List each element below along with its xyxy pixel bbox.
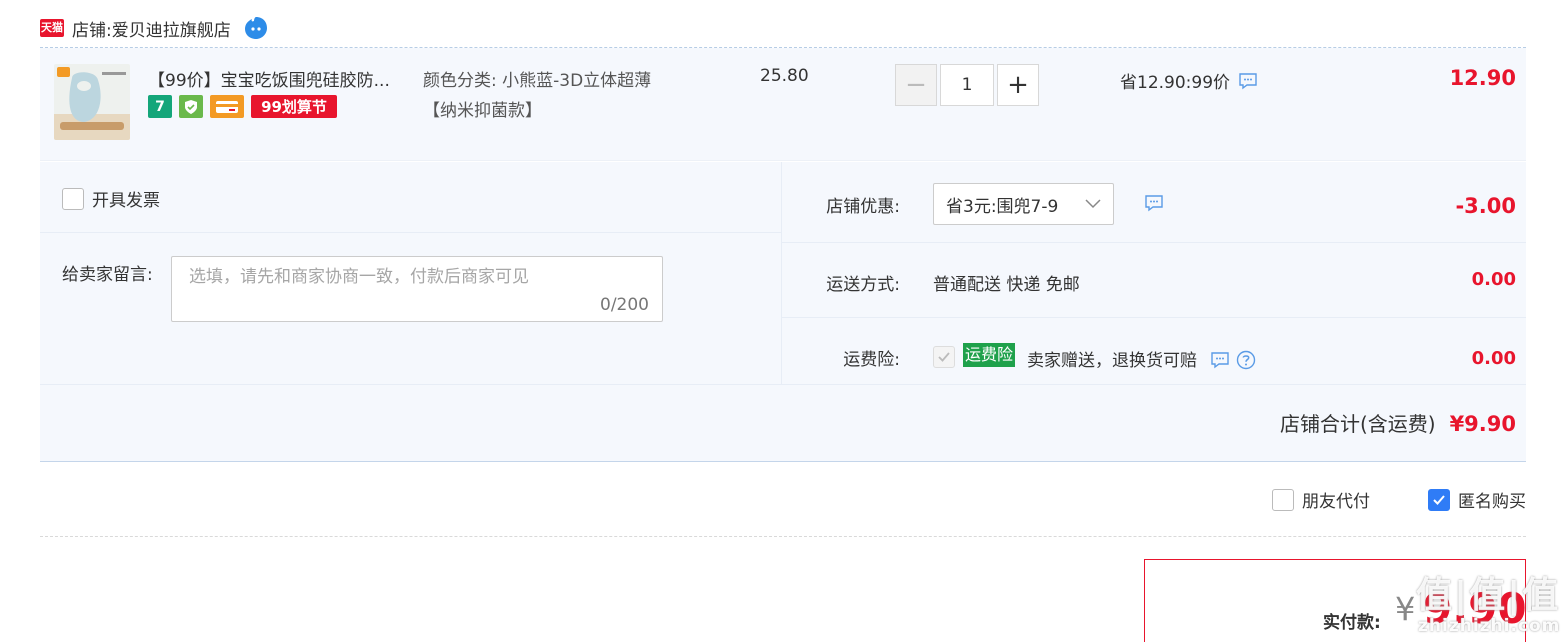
shipping-label: 运送方式: bbox=[826, 275, 900, 295]
product-title-link[interactable]: 【99价】宝宝吃饭围兜硅胶防... bbox=[148, 66, 418, 91]
friend-pay-option[interactable]: 朋友代付 bbox=[1272, 487, 1370, 512]
item-line-total: 12.90 bbox=[1449, 66, 1516, 90]
panel-hline-right-1 bbox=[782, 242, 1526, 243]
message-char-count: 0/200 bbox=[600, 295, 649, 315]
decrease-quantity-button[interactable]: − bbox=[895, 64, 937, 106]
pay-label: 实付款: bbox=[1323, 613, 1381, 633]
insurance-tag: 运费险 bbox=[963, 343, 1016, 367]
site-watermark-url: zhizhizhi.com bbox=[1418, 616, 1561, 636]
shop-prefix: 店铺: bbox=[72, 20, 112, 41]
insurance-checkbox[interactable] bbox=[933, 346, 955, 368]
shop-header: 天猫 店铺: 爱贝迪拉旗舰店 bbox=[40, 10, 269, 46]
invoice-option[interactable]: 开具发票 bbox=[62, 186, 160, 211]
coupon-comment-icon[interactable] bbox=[1144, 194, 1164, 212]
check-icon bbox=[1433, 494, 1445, 505]
anonymous-label: 匿名购买 bbox=[1458, 492, 1526, 512]
shop-total-amount: ¥9.90 bbox=[1449, 412, 1516, 436]
insurance-label: 运费险: bbox=[843, 350, 900, 370]
sku-color-label: 颜色分类: 小熊蓝-3D立体超薄 bbox=[423, 71, 652, 91]
coupon-selected-value: 省3元:围兜7-9 bbox=[946, 196, 1059, 217]
quantity-input[interactable]: 1 bbox=[940, 64, 994, 106]
unit-price: 25.80 bbox=[760, 66, 809, 86]
insurance-description: 卖家赠送，退换货可赔 bbox=[1027, 346, 1256, 371]
help-question-icon[interactable] bbox=[1236, 350, 1256, 370]
divider-bottom bbox=[40, 536, 1526, 537]
product-thumbnail[interactable] bbox=[54, 64, 130, 140]
item-discount-text: 省12.90:99价 bbox=[1120, 73, 1231, 93]
insurance-comment-icon[interactable] bbox=[1210, 351, 1230, 369]
message-box: 0/200 bbox=[171, 256, 663, 322]
tmall-logo-icon: 天猫 bbox=[40, 19, 64, 37]
panel-hline-bottom bbox=[40, 384, 1526, 385]
card-payment-icon bbox=[210, 95, 244, 118]
cart-item-row: 【99价】宝宝吃饭围兜硅胶防... 7 99划算节 颜色分类: 小熊蓝-3D立体… bbox=[40, 48, 1526, 161]
friend-pay-label: 朋友代付 bbox=[1302, 492, 1370, 512]
insurance-amount: 0.00 bbox=[1471, 348, 1516, 369]
product-badges: 7 99划算节 bbox=[148, 95, 337, 118]
invoice-label: 开具发票 bbox=[92, 191, 160, 211]
quantity-stepper: − 1 + bbox=[895, 64, 1039, 106]
shipping-method: 普通配送 快递 免邮 bbox=[933, 275, 1080, 295]
seven-day-return-icon: 7 bbox=[148, 95, 172, 118]
item-discount: 省12.90:99价 bbox=[1120, 68, 1258, 93]
coupon-amount: -3.00 bbox=[1455, 194, 1516, 218]
shield-guarantee-icon bbox=[179, 95, 203, 118]
shop-total: 店铺合计(含运费) ¥9.90 bbox=[1280, 408, 1516, 437]
panel-hline-right-2 bbox=[782, 317, 1526, 318]
coupon-label: 店铺优惠: bbox=[826, 197, 900, 217]
panel-hline-left bbox=[40, 232, 781, 233]
message-label: 给卖家留言: bbox=[62, 265, 153, 285]
invoice-checkbox[interactable] bbox=[62, 187, 84, 210]
anonymous-option[interactable]: 匿名购买 bbox=[1428, 487, 1526, 512]
increase-quantity-button[interactable]: + bbox=[997, 64, 1039, 106]
seller-message-input[interactable] bbox=[189, 267, 609, 287]
shipping-amount: 0.00 bbox=[1471, 269, 1516, 290]
friend-pay-checkbox[interactable] bbox=[1272, 488, 1294, 511]
order-options-panel: 开具发票 给卖家留言: 0/200 店铺优惠: 省3元:围兜7-9 -3.00 … bbox=[40, 162, 1526, 462]
shop-name-link[interactable]: 爱贝迪拉旗舰店 bbox=[112, 16, 231, 41]
insurance-description-text: 卖家赠送，退换货可赔 bbox=[1027, 351, 1197, 371]
pay-currency: ¥ bbox=[1395, 590, 1416, 628]
anonymous-checkbox[interactable] bbox=[1428, 488, 1450, 511]
sku-color-value: 【纳米抑菌款】 bbox=[423, 101, 542, 121]
promo-99-festival-icon: 99划算节 bbox=[251, 95, 337, 118]
checkout-options: 朋友代付 匿名购买 bbox=[1272, 487, 1526, 512]
site-watermark: 值|值|值 bbox=[1416, 575, 1561, 616]
shop-total-label: 店铺合计(含运费) bbox=[1279, 412, 1436, 436]
comment-icon[interactable] bbox=[1238, 72, 1258, 90]
coupon-select[interactable]: 省3元:围兜7-9 bbox=[933, 183, 1114, 225]
chevron-down-icon bbox=[1085, 199, 1101, 209]
wangwang-chat-icon[interactable] bbox=[243, 15, 269, 41]
